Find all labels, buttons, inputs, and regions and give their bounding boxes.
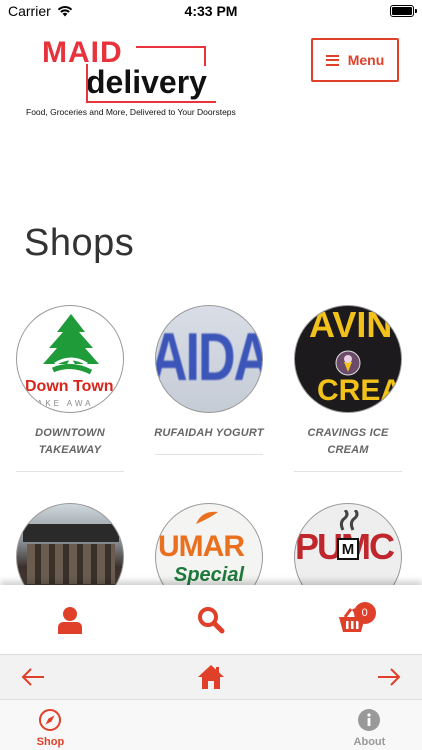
shop-card-rufaidah-yogurt[interactable]: AIDAH RUFAIDAH YOGURT — [154, 305, 264, 455]
shop-logo[interactable]: AVIN CREA — [294, 305, 402, 413]
shop-logo-subtext: M — [337, 538, 359, 560]
shop-divider — [294, 471, 402, 472]
arrow-left-icon[interactable] — [20, 667, 46, 687]
page-title: Shops — [24, 222, 135, 264]
carrier-label: Carrier — [8, 3, 51, 19]
tagline: Food, Groceries and More, Delivered to Y… — [26, 107, 236, 117]
shop-logo-subtext: Special — [174, 564, 245, 586]
compass-icon — [39, 709, 62, 731]
user-icon — [58, 606, 83, 634]
browser-nav-bar — [0, 655, 422, 700]
profile-button[interactable] — [30, 590, 110, 650]
brand-logo[interactable]: MAID delivery — [40, 36, 220, 106]
shop-divider — [155, 454, 263, 455]
wifi-icon — [57, 6, 72, 17]
search-icon — [197, 606, 225, 633]
shop-logo[interactable]: Down Town AKE AWA — [16, 305, 124, 413]
header: MAID delivery Food, Groceries and More, … — [0, 30, 422, 130]
status-left: Carrier — [8, 3, 73, 19]
cart-count-badge: 0 — [353, 601, 376, 624]
action-bar: 0 — [0, 585, 422, 655]
shop-logo-subtext: CREA — [317, 374, 402, 407]
tab-shop-label: Shop — [36, 736, 65, 748]
shop-name[interactable]: RUFAIDAH YOGURT — [154, 425, 264, 442]
logo-line-top — [136, 46, 206, 48]
tab-about-label: About — [353, 736, 386, 748]
arrow-right-icon[interactable] — [376, 667, 402, 687]
tab-about[interactable]: About — [353, 700, 386, 750]
logo-line-bottom — [86, 101, 216, 103]
status-bar: Carrier 4:33 PM — [0, 0, 422, 22]
leaf-icon — [196, 511, 218, 524]
cart-button[interactable]: 0 — [312, 590, 392, 650]
shop-card-cravings-ice-cream[interactable]: AVIN CREA CRAVINGS ICE CREAM — [293, 305, 403, 472]
logo-word-delivery: delivery — [86, 64, 207, 100]
shop-logo-text: AVIN — [309, 305, 393, 345]
menu-button-label: Menu — [347, 52, 385, 68]
steam-icon — [339, 510, 359, 531]
shop-name[interactable]: CRAVINGS ICE CREAM — [293, 425, 403, 459]
tab-bar: Shop About — [0, 700, 422, 750]
storefront-awning — [23, 524, 119, 542]
tree-icon — [43, 314, 99, 375]
shop-logo[interactable]: AIDAH — [155, 305, 263, 413]
info-icon — [358, 709, 381, 731]
hamburger-icon — [325, 54, 339, 66]
shop-logo-subtext: AKE AWA — [37, 399, 94, 408]
home-icon[interactable] — [197, 664, 225, 690]
shop-divider — [16, 471, 124, 472]
shop-card-downtown-takeaway[interactable]: Down Town AKE AWA DOWNTOWN TAKEAWAY — [15, 305, 125, 472]
shop-logo-text: Down Town — [25, 378, 114, 395]
menu-button[interactable]: Menu — [311, 38, 399, 82]
logo-line-vertical — [86, 64, 88, 102]
storefront-tables — [27, 544, 115, 584]
shop-logo-text: AIDAH — [156, 320, 262, 396]
shop-logo-text: UMAR — [158, 530, 245, 563]
tab-shop[interactable]: Shop — [36, 700, 65, 750]
search-button[interactable] — [171, 590, 251, 650]
battery-icon — [390, 5, 417, 17]
shop-name[interactable]: DOWNTOWN TAKEAWAY — [15, 425, 125, 459]
logo-line-right — [204, 46, 206, 66]
